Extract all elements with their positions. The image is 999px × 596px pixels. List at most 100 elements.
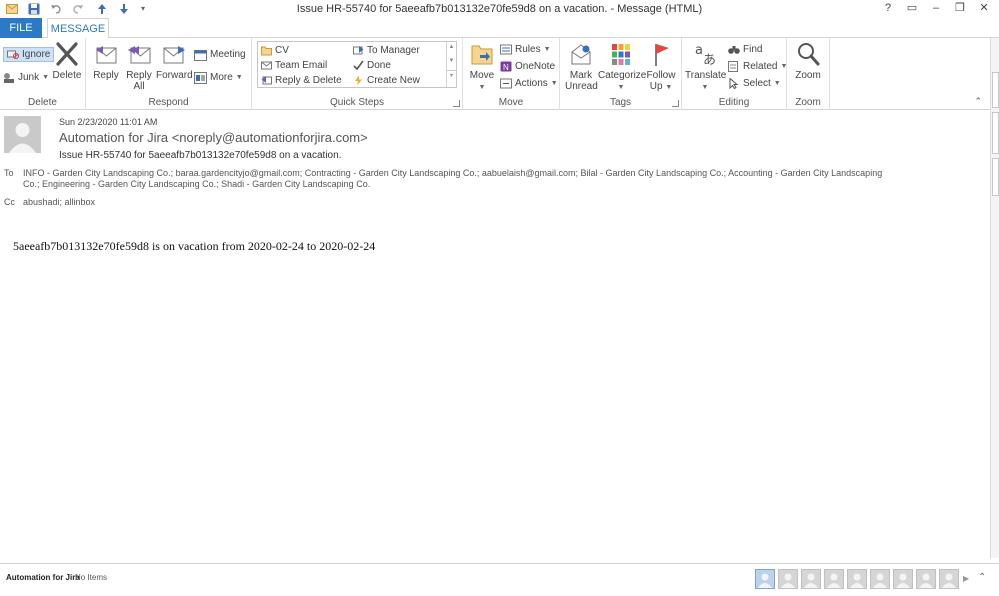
ribbon-display-button[interactable]: ▭ [901,1,923,16]
delete-label: Delete [52,70,82,81]
related-label: Related [743,61,778,72]
gallery-expand-icon[interactable]: ▾ [447,70,456,81]
reply-all-button[interactable]: Reply All [124,40,154,92]
onenote-label: OneNote [515,61,556,72]
actions-icon [500,78,512,89]
sender[interactable]: Automation for Jira <noreply@automationf… [59,130,368,145]
quick-steps-scroller[interactable]: ▲ ▼ ▾ [446,42,456,87]
related-button[interactable]: Related ▼ [728,59,787,74]
person-icon [896,573,910,588]
person-icon [850,573,864,588]
rules-icon [500,44,512,55]
quickstep-team-email-label: Team Email [275,60,328,71]
reply-delete-icon [261,76,272,85]
group-label-editing: Editing [718,97,750,108]
scrollbar-thumb[interactable] [992,72,999,108]
categorize-label: Categorize [598,70,647,81]
close-button[interactable]: ✕ [973,1,995,16]
reply-icon [96,46,117,64]
chevron-down-icon: ▼ [478,84,486,91]
mark-unread-label-1: Mark [569,70,593,81]
people-pane: Automation for Jira No Items ▶ ⌃ [0,563,999,596]
select-label: Select [743,78,771,89]
reply-button[interactable]: Reply [91,40,121,81]
group-label-tags: Tags [609,97,632,108]
rules-button[interactable]: Rules ▼ [500,42,551,57]
cc-recipients[interactable]: abushadi; allinbox [23,197,95,207]
junk-button[interactable]: Junk ▼ [3,70,49,85]
quickstep-reply-delete-label: Reply & Delete [275,75,342,86]
tab-file[interactable]: FILE [0,18,42,38]
quickstep-reply-delete[interactable]: Reply & Delete [261,73,342,88]
binoculars-icon [728,46,740,54]
tab-message[interactable]: MESSAGE [47,18,109,39]
folder-icon [261,46,272,56]
forward-envelope-icon [353,46,364,55]
zoom-button[interactable]: Zoom [792,40,824,81]
minimize-button[interactable]: – [925,1,947,16]
ignore-button[interactable]: Ignore [3,47,55,62]
delete-button[interactable]: Delete [50,40,84,81]
people-pane-name: Automation for Jira [6,573,80,582]
categorize-button[interactable]: Categorize ▼ [598,40,647,93]
chevron-right-icon[interactable]: ▶ [963,574,969,583]
chevron-down-icon: ▼ [550,80,558,87]
move-button[interactable]: Move ▼ [467,40,497,93]
quickstep-cv[interactable]: CV [261,43,289,58]
reply-label: Reply [93,70,119,81]
scroll-down-icon[interactable]: ▼ [447,52,456,70]
to-recipients[interactable]: INFO - Garden City Landscaping Co.; bara… [23,168,883,190]
quickstep-create-new[interactable]: Create New [353,73,420,88]
quickstep-done[interactable]: Done [353,58,391,73]
find-button[interactable]: Find [728,42,762,57]
quickstep-to-manager-label: To Manager [367,45,420,56]
flag-icon [655,44,669,66]
scroll-up-icon[interactable]: ▲ [447,42,456,52]
translate-button[interactable]: aあ Translate ▼ [685,40,726,93]
collapse-ribbon-icon[interactable]: ⌃ [974,96,982,107]
chevron-down-icon: ▼ [543,46,551,53]
scrollbar-thumb[interactable] [992,158,999,196]
more-respond-button[interactable]: More ▼ [194,70,243,85]
person-tile[interactable] [870,569,890,589]
chevron-down-icon: ▼ [42,74,50,81]
vertical-scrollbar[interactable] [990,38,999,558]
forward-button[interactable]: Forward [156,40,193,81]
select-button[interactable]: Select ▼ [728,76,781,91]
person-tile[interactable] [778,569,798,589]
person-tile[interactable] [893,569,913,589]
onenote-button[interactable]: N OneNote [500,59,555,74]
person-tile[interactable] [916,569,936,589]
scrollbar-thumb[interactable] [992,112,999,154]
tags-launcher-icon[interactable] [672,100,679,107]
person-tile[interactable] [847,569,867,589]
follow-up-label-2: Up [649,81,663,92]
follow-up-button[interactable]: Follow Up ▼ [645,40,677,93]
person-tile[interactable] [755,569,775,589]
expand-people-pane-icon[interactable]: ⌃ [978,572,986,583]
person-tile[interactable] [939,569,959,589]
message-subject: Issue HR-55740 for 5aeeafb7b013132e70fe5… [59,150,342,161]
ribbon-tabs: FILE MESSAGE [0,18,999,39]
person-tile[interactable] [824,569,844,589]
forward-label: Forward [156,70,193,81]
quickstep-team-email[interactable]: Team Email [261,58,327,73]
group-respond: Reply Reply All Forward Meeting More ▼ R… [86,38,252,110]
person-silhouette-icon [4,116,41,153]
actions-button[interactable]: Actions ▼ [500,76,558,91]
avatar [4,116,41,153]
calendar-icon [194,49,207,61]
person-tile[interactable] [801,569,821,589]
meeting-button[interactable]: Meeting [194,47,246,62]
help-button[interactable]: ? [877,1,899,16]
svg-text:a: a [695,43,703,58]
more-icon [194,71,207,84]
group-delete: Ignore Junk ▼ Delete Delete [0,38,86,110]
person-icon [827,573,841,588]
restore-button[interactable]: ❐ [949,1,971,16]
quick-steps-launcher-icon[interactable] [453,100,460,107]
junk-icon [4,73,14,83]
mark-unread-button[interactable]: Mark Unread [565,40,598,92]
quickstep-to-manager[interactable]: To Manager [353,43,420,58]
title-bar: ▾ Issue HR-55740 for 5aeeafb7b013132e70f… [0,0,999,18]
